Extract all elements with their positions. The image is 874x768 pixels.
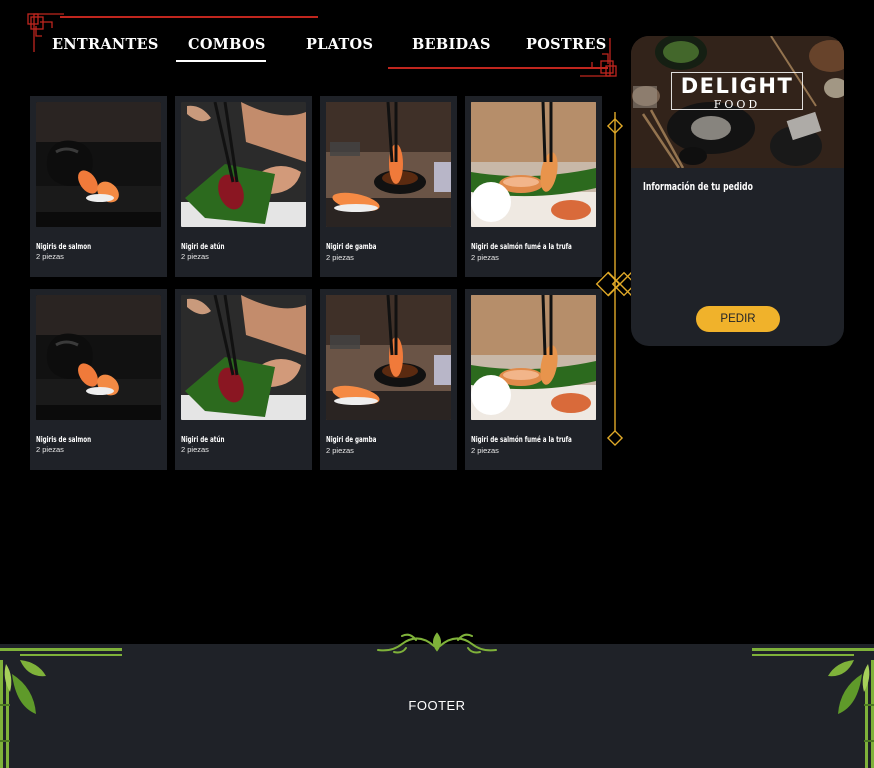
product-quantity: 2 piezas <box>326 253 354 262</box>
product-card[interactable]: Nigiris de salmon 2 piezas <box>30 96 167 277</box>
product-name: Nigiri de salmón fumé a la trufa <box>471 242 572 251</box>
product-name: Nigiris de salmon <box>36 435 92 444</box>
order-info-title: Información de tu pedido <box>643 180 753 193</box>
nav-tabs: ENTRANTES COMBOS PLATOS BEBIDAS POSTRES <box>26 32 616 66</box>
smoked-salmon-truffle-photo <box>471 102 596 227</box>
product-name: Nigiri de salmón fumé a la trufa <box>471 435 572 444</box>
product-name: Nigiris de salmon <box>36 242 92 251</box>
shrimp-nigiri-photo <box>326 295 451 420</box>
product-quantity: 2 piezas <box>326 446 354 455</box>
tab-combos[interactable]: COMBOS <box>176 32 266 62</box>
smoked-salmon-truffle-photo <box>471 295 596 420</box>
logo-subtitle: FOOD <box>713 98 761 111</box>
category-nav: ENTRANTES COMBOS PLATOS BEBIDAS POSTRES <box>26 12 618 78</box>
product-name: Nigiri de gamba <box>326 242 377 251</box>
product-card[interactable]: Nigiri de gamba 2 piezas <box>320 96 457 277</box>
tab-entrantes[interactable]: ENTRANTES <box>52 32 158 62</box>
brand-logo: DELIGHT FOOD <box>671 72 803 111</box>
tab-platos[interactable]: PLATOS <box>306 32 373 62</box>
product-quantity: 2 piezas <box>181 445 209 454</box>
product-name: Nigiri de atún <box>181 435 225 444</box>
tab-bebidas[interactable]: BEBIDAS <box>412 32 490 62</box>
product-card[interactable]: Nigiri de atún 2 piezas <box>175 96 312 277</box>
product-card[interactable]: Nigiri de salmón fumé a la trufa 2 piezas <box>465 96 602 277</box>
nav-top-line <box>60 16 318 18</box>
order-button[interactable]: PEDIR <box>696 306 780 332</box>
logo-title: DELIGHT <box>680 74 794 98</box>
product-quantity: 2 piezas <box>471 446 499 455</box>
tab-postres[interactable]: POSTRES <box>526 32 606 62</box>
product-name: Nigiri de gamba <box>326 435 377 444</box>
product-quantity: 2 piezas <box>36 252 64 261</box>
product-name: Nigiri de atún <box>181 242 225 251</box>
tuna-nigiri-photo <box>181 102 306 227</box>
shrimp-nigiri-photo <box>326 102 451 227</box>
product-quantity: 2 piezas <box>181 252 209 261</box>
salmon-nigiri-photo <box>36 295 161 420</box>
product-card[interactable]: Nigiri de atún 2 piezas <box>175 289 312 470</box>
footer-label: FOOTER <box>408 698 466 713</box>
product-card[interactable]: Nigiris de salmon 2 piezas <box>30 289 167 470</box>
footer: FOOTER <box>0 632 874 768</box>
order-panel: DELIGHT FOOD Información de tu pedido PE… <box>631 36 844 346</box>
tuna-nigiri-photo <box>181 295 306 420</box>
product-quantity: 2 piezas <box>36 445 64 454</box>
salmon-nigiri-photo <box>36 102 161 227</box>
product-quantity: 2 piezas <box>471 253 499 262</box>
product-card[interactable]: Nigiri de salmón fumé a la trufa 2 piezas <box>465 289 602 470</box>
product-card[interactable]: Nigiri de gamba 2 piezas <box>320 289 457 470</box>
nav-bottom-line <box>388 67 608 69</box>
floral-ornament <box>377 632 497 654</box>
